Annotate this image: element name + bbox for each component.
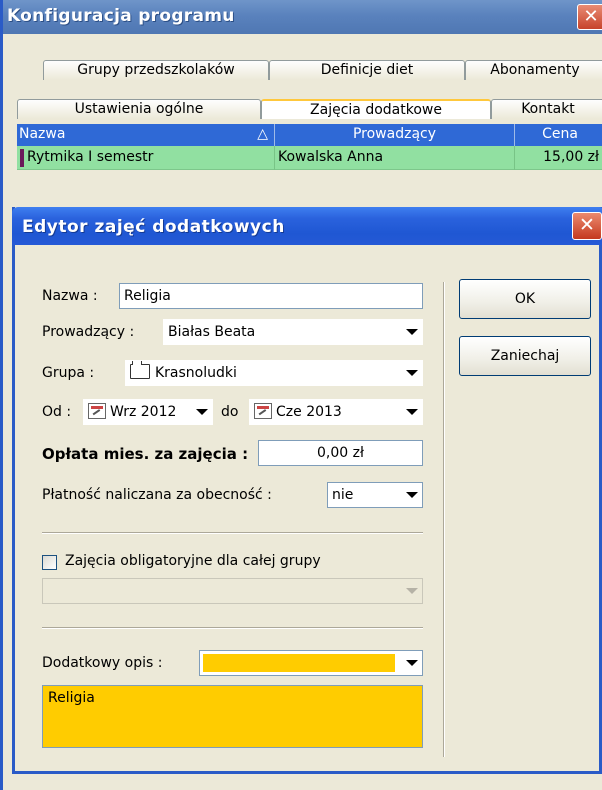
tab-ustawienia-ogolne[interactable]: Ustawienia ogólne [17, 99, 261, 119]
cell-prowadzacy: Kowalska Anna [275, 146, 515, 170]
dialog-close-button[interactable]: ✕ [572, 212, 602, 240]
calendar-icon [88, 403, 106, 419]
column-header-nazwa[interactable]: Nazwa △ [17, 124, 275, 146]
config-window-titlebar: Konfiguracja programu ✕ [3, 0, 602, 34]
dialog-titlebar[interactable]: Edytor zajęć dodatkowych ✕ [12, 207, 602, 245]
dialog-title: Edytor zajęć dodatkowych [22, 217, 285, 237]
obligatoryjne-select-disabled [42, 578, 423, 604]
obligatoryjne-checkbox[interactable] [42, 555, 57, 570]
chevron-down-icon[interactable] [403, 404, 419, 420]
chevron-down-icon[interactable] [403, 487, 419, 503]
chevron-down-icon[interactable] [403, 365, 419, 381]
grid-header: Nazwa △ Prowadzący Cena [17, 124, 602, 146]
vertical-divider [443, 282, 445, 757]
od-value: Wrz 2012 [110, 404, 177, 420]
prowadzacy-value: Białas Beata [168, 324, 256, 340]
do-date-picker[interactable]: Cze 2013 [249, 399, 423, 425]
grupa-select[interactable]: Krasnoludki [125, 360, 423, 386]
calendar-icon [254, 403, 272, 419]
chevron-down-icon[interactable] [193, 404, 209, 420]
ok-button[interactable]: OK [459, 279, 591, 319]
divider [42, 532, 423, 534]
cancel-button[interactable]: Zaniechaj [459, 336, 591, 376]
oplata-label: Opłata mies. za zajęcia : [42, 445, 249, 463]
column-header-prowadzacy[interactable]: Prowadzący [275, 124, 515, 146]
grupa-value: Krasnoludki [155, 365, 237, 381]
do-value: Cze 2013 [276, 404, 342, 420]
color-swatch [203, 654, 395, 672]
tab-kontakt[interactable]: Kontakt [491, 99, 602, 119]
opis-color-select[interactable] [199, 650, 423, 676]
config-window-close-button[interactable]: ✕ [577, 4, 602, 30]
opis-textarea[interactable]: Religia [42, 685, 423, 748]
obligatoryjne-label[interactable]: Zajęcia obligatoryjne dla całej grupy [65, 553, 321, 569]
od-date-picker[interactable]: Wrz 2012 [83, 399, 213, 425]
cell-cena: 15,00 zł [543, 149, 599, 165]
chevron-down-icon[interactable] [403, 324, 419, 340]
table-row[interactable]: Rytmika I semestr Kowalska Anna 15,00 zł [17, 146, 602, 170]
group-folder-icon [130, 361, 150, 379]
chevron-down-icon [403, 583, 419, 599]
sort-ascending-icon: △ [257, 126, 268, 142]
tab-zajecia-dodatkowe[interactable]: Zajęcia dodatkowe [261, 99, 491, 119]
cell-nazwa: Rytmika I semestr [17, 146, 275, 170]
config-window-title: Konfiguracja programu [7, 6, 235, 26]
od-label: Od : [42, 404, 72, 420]
grupa-label: Grupa : [42, 365, 95, 381]
chevron-down-icon[interactable] [403, 655, 419, 671]
tab-row-bottom: Ustawienia ogólne Zajęcia dodatkowe Kont… [3, 99, 602, 119]
prowadzacy-label: Prowadzący : [42, 324, 135, 340]
do-label: do [221, 404, 239, 420]
nazwa-label: Nazwa : [42, 288, 98, 304]
tab-grupy-przedszkolakow[interactable]: Grupy przedszkolaków [43, 60, 269, 80]
nazwa-input[interactable]: Religia [119, 283, 423, 309]
column-header-cena[interactable]: Cena [515, 124, 602, 146]
opis-label: Dodatkowy opis : [42, 655, 163, 671]
platnosc-label: Płatność naliczana za obecność : [42, 487, 272, 503]
tab-definicje-diet[interactable]: Definicje diet [269, 60, 465, 80]
platnosc-value: nie [332, 487, 354, 503]
platnosc-select[interactable]: nie [327, 482, 423, 508]
editor-dialog: Edytor zajęć dodatkowych ✕ Nazwa : Relig… [12, 207, 602, 774]
tab-row-top: Grupy przedszkolaków Definicje diet Abon… [3, 60, 602, 80]
tab-abonamenty[interactable]: Abonamenty [465, 60, 602, 80]
divider [42, 627, 423, 629]
prowadzacy-select[interactable]: Białas Beata [163, 319, 423, 345]
oplata-input[interactable]: 0,00 zł [258, 440, 423, 466]
